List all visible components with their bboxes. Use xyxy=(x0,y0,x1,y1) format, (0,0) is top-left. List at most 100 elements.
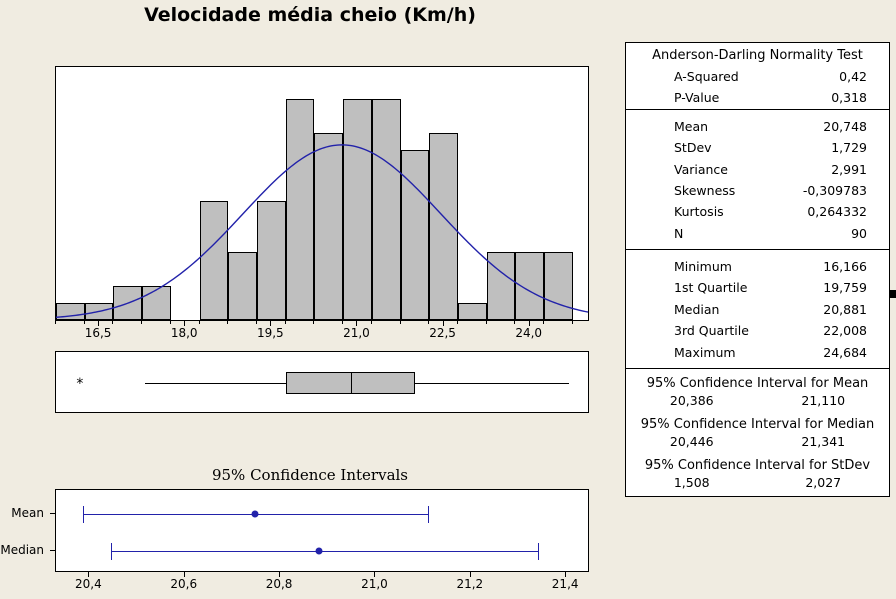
stat-value: 20,748 xyxy=(823,118,867,134)
axis-tick-label: 20,8 xyxy=(265,577,293,591)
table-row: Kurtosis 0,264332 xyxy=(626,201,889,222)
axis-minor-tick xyxy=(227,321,229,324)
stat-value: -0,309783 xyxy=(802,182,867,198)
normal-distribution-curve xyxy=(56,67,588,320)
ci-mean-upper: 21,110 xyxy=(801,392,846,408)
axis-minor-tick xyxy=(456,321,458,324)
ci-plot-title: 95% Confidence Intervals xyxy=(211,466,409,484)
axis-minor-tick xyxy=(83,321,85,324)
axis-minor-tick xyxy=(514,321,516,324)
axis-tick-label: 19,5 xyxy=(256,326,284,340)
stat-value: 16,166 xyxy=(823,259,867,274)
axis-minor-tick xyxy=(169,321,171,324)
ci-stdev-values: 1,508 2,027 xyxy=(626,474,889,495)
summary-statistics-table: Anderson-Darling Normality Test A-Square… xyxy=(625,42,890,497)
axis-minor-tick xyxy=(342,321,344,324)
stat-value: 0,264332 xyxy=(807,204,867,220)
stat-label: Variance xyxy=(674,161,728,177)
stat-label: StDev xyxy=(674,140,712,156)
ci-mean-heading: 95% Confidence Interval for Mean xyxy=(646,375,869,391)
ci-stdev-upper: 2,027 xyxy=(805,474,842,490)
confidence-intervals-plot xyxy=(55,489,589,572)
table-row: StDev 1,729 xyxy=(626,137,889,158)
stat-label: Median xyxy=(674,301,720,317)
axis-tick-label: 24,0 xyxy=(515,326,543,340)
confidence-intervals-section: 95% Confidence Interval for Mean 20,386 … xyxy=(626,369,889,495)
table-row: 1st Quartile 19,759 xyxy=(626,277,889,298)
ci-stdev-lower: 1,508 xyxy=(673,474,710,490)
anderson-darling-section: Anderson-Darling Normality Test A-Square… xyxy=(626,43,889,110)
table-row: 3rd Quartile 22,008 xyxy=(626,320,889,341)
stat-value: 2,991 xyxy=(831,161,867,177)
stat-value: 20,881 xyxy=(823,301,867,317)
axis-minor-tick xyxy=(112,321,114,324)
axis-minor-tick xyxy=(485,321,487,324)
stat-value: 19,759 xyxy=(823,280,867,296)
ci-point-estimate xyxy=(315,547,323,555)
table-row: Mean 20,748 xyxy=(626,116,889,137)
ci-row-tick xyxy=(50,550,55,551)
ci-point-estimate xyxy=(251,510,259,518)
boxplot-median-line xyxy=(350,372,352,394)
stat-label: Skewness xyxy=(674,182,736,198)
axis-minor-tick xyxy=(399,321,401,324)
stat-label: Minimum xyxy=(674,259,732,274)
axis-tick-label: 20,4 xyxy=(75,577,102,591)
table-row: Maximum 24,684 xyxy=(626,342,889,363)
table-row: N 90 xyxy=(626,223,889,244)
moments-section: Mean 20,748 StDev 1,729 Variance 2,991 S… xyxy=(626,110,889,250)
histogram-plot xyxy=(55,66,589,321)
axis-tick-label: 21,4 xyxy=(551,577,579,591)
stat-label: Maximum xyxy=(674,344,736,360)
ci-interval-cap xyxy=(111,543,113,560)
axis-minor-tick xyxy=(198,321,200,324)
ci-interval-cap xyxy=(427,506,429,523)
stat-label: P-Value xyxy=(674,90,720,106)
ci-row-label-median: Median xyxy=(0,543,44,557)
anderson-darling-heading: Anderson-Darling Normality Test xyxy=(652,48,863,63)
table-row: Skewness -0,309783 xyxy=(626,180,889,201)
table-row: P-Value 0,318 xyxy=(626,87,889,108)
stat-value: 22,008 xyxy=(823,323,867,339)
axis-tick-label: 22,5 xyxy=(429,326,456,340)
ci-mean-values: 20,386 21,110 xyxy=(626,392,889,413)
ci-median-values: 20,446 21,341 xyxy=(626,433,889,454)
axis-minor-tick xyxy=(370,321,372,324)
quantiles-section: Minimum 16,166 1st Quartile 19,759 Media… xyxy=(626,250,889,369)
page-title: Velocidade média cheio (Km/h) xyxy=(144,4,476,26)
stat-value: 24,684 xyxy=(823,344,867,360)
ci-mean-lower: 20,386 xyxy=(669,392,714,408)
stat-value: 0,318 xyxy=(831,90,867,106)
ci-stdev-heading: 95% Confidence Interval for StDev xyxy=(644,457,871,473)
axis-minor-tick xyxy=(571,321,573,324)
axis-minor-tick xyxy=(55,321,56,324)
stat-value: 1,729 xyxy=(831,140,867,156)
boxplot: * xyxy=(55,351,589,413)
ci-median-upper: 21,341 xyxy=(801,433,846,449)
axis-tick-label: 20,6 xyxy=(170,577,198,591)
stat-label: Kurtosis xyxy=(674,204,724,220)
ci-interval-cap xyxy=(538,543,540,560)
stat-value: 90 xyxy=(851,225,867,241)
graphical-summary-page: Velocidade média cheio (Km/h) 16,5 18,0 19… xyxy=(0,0,896,599)
ci-median-heading: 95% Confidence Interval for Median xyxy=(640,416,875,432)
ci-interval-cap xyxy=(82,506,84,523)
stat-label: 3rd Quartile xyxy=(674,323,749,339)
stat-label: Mean xyxy=(674,118,709,134)
ci-median-lower: 20,446 xyxy=(669,433,714,449)
axis-tick-label: 21,0 xyxy=(361,577,388,591)
axis-minor-tick xyxy=(141,321,143,324)
axis-minor-tick xyxy=(284,321,286,324)
axis-tick-label: 18,0 xyxy=(170,326,198,340)
stat-label: N xyxy=(674,225,684,241)
axis-tick-label: 21,2 xyxy=(456,577,484,591)
stat-label: A-Squared xyxy=(674,69,739,84)
stat-label: 1st Quartile xyxy=(674,280,748,296)
table-row: A-Squared 0,42 xyxy=(626,66,889,87)
table-row: Median 20,881 xyxy=(626,299,889,320)
window-edge-marker xyxy=(890,290,896,298)
axis-minor-tick xyxy=(255,321,257,324)
ci-interval-line xyxy=(111,551,539,552)
axis-tick-label: 16,5 xyxy=(84,326,112,340)
ci-row-tick xyxy=(50,513,55,514)
